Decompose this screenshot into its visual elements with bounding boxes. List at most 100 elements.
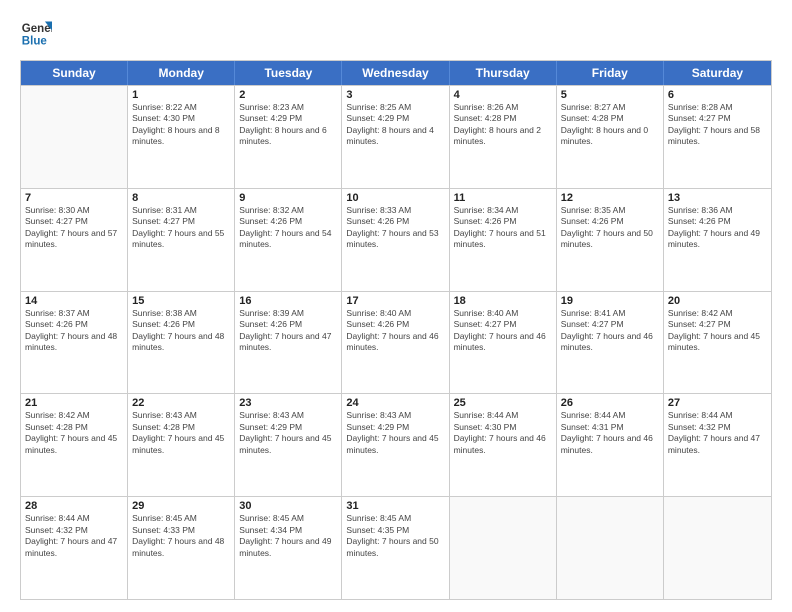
logo: General Blue <box>20 18 52 50</box>
day-number: 26 <box>561 397 659 409</box>
header-day-tuesday: Tuesday <box>235 61 342 85</box>
logo-icon: General Blue <box>20 18 52 50</box>
day-info: Sunrise: 8:36 AMSunset: 4:26 PMDaylight:… <box>668 205 767 251</box>
cal-cell: 28Sunrise: 8:44 AMSunset: 4:32 PMDayligh… <box>21 497 128 599</box>
day-info: Sunrise: 8:44 AMSunset: 4:31 PMDaylight:… <box>561 410 659 456</box>
day-info: Sunrise: 8:37 AMSunset: 4:26 PMDaylight:… <box>25 308 123 354</box>
day-number: 19 <box>561 295 659 307</box>
cal-cell: 24Sunrise: 8:43 AMSunset: 4:29 PMDayligh… <box>342 394 449 496</box>
cal-cell: 22Sunrise: 8:43 AMSunset: 4:28 PMDayligh… <box>128 394 235 496</box>
cal-cell <box>21 86 128 188</box>
calendar: SundayMondayTuesdayWednesdayThursdayFrid… <box>20 60 772 600</box>
day-number: 5 <box>561 89 659 101</box>
cal-cell: 16Sunrise: 8:39 AMSunset: 4:26 PMDayligh… <box>235 292 342 394</box>
header: General Blue <box>20 18 772 50</box>
day-info: Sunrise: 8:45 AMSunset: 4:34 PMDaylight:… <box>239 513 337 559</box>
day-number: 29 <box>132 500 230 512</box>
calendar-header: SundayMondayTuesdayWednesdayThursdayFrid… <box>21 61 771 85</box>
day-number: 28 <box>25 500 123 512</box>
cal-cell: 13Sunrise: 8:36 AMSunset: 4:26 PMDayligh… <box>664 189 771 291</box>
day-info: Sunrise: 8:45 AMSunset: 4:33 PMDaylight:… <box>132 513 230 559</box>
day-number: 11 <box>454 192 552 204</box>
svg-text:General: General <box>22 23 52 35</box>
day-number: 9 <box>239 192 337 204</box>
week-row-3: 21Sunrise: 8:42 AMSunset: 4:28 PMDayligh… <box>21 393 771 496</box>
week-row-1: 7Sunrise: 8:30 AMSunset: 4:27 PMDaylight… <box>21 188 771 291</box>
day-info: Sunrise: 8:38 AMSunset: 4:26 PMDaylight:… <box>132 308 230 354</box>
day-number: 23 <box>239 397 337 409</box>
cal-cell: 4Sunrise: 8:26 AMSunset: 4:28 PMDaylight… <box>450 86 557 188</box>
day-number: 4 <box>454 89 552 101</box>
cal-cell: 2Sunrise: 8:23 AMSunset: 4:29 PMDaylight… <box>235 86 342 188</box>
cal-cell: 31Sunrise: 8:45 AMSunset: 4:35 PMDayligh… <box>342 497 449 599</box>
day-info: Sunrise: 8:40 AMSunset: 4:27 PMDaylight:… <box>454 308 552 354</box>
day-info: Sunrise: 8:32 AMSunset: 4:26 PMDaylight:… <box>239 205 337 251</box>
day-number: 18 <box>454 295 552 307</box>
day-info: Sunrise: 8:43 AMSunset: 4:29 PMDaylight:… <box>346 410 444 456</box>
day-number: 10 <box>346 192 444 204</box>
cal-cell: 15Sunrise: 8:38 AMSunset: 4:26 PMDayligh… <box>128 292 235 394</box>
day-info: Sunrise: 8:27 AMSunset: 4:28 PMDaylight:… <box>561 102 659 148</box>
day-number: 13 <box>668 192 767 204</box>
cal-cell: 12Sunrise: 8:35 AMSunset: 4:26 PMDayligh… <box>557 189 664 291</box>
day-number: 12 <box>561 192 659 204</box>
header-day-sunday: Sunday <box>21 61 128 85</box>
cal-cell: 27Sunrise: 8:44 AMSunset: 4:32 PMDayligh… <box>664 394 771 496</box>
cal-cell: 21Sunrise: 8:42 AMSunset: 4:28 PMDayligh… <box>21 394 128 496</box>
cal-cell: 17Sunrise: 8:40 AMSunset: 4:26 PMDayligh… <box>342 292 449 394</box>
cal-cell: 1Sunrise: 8:22 AMSunset: 4:30 PMDaylight… <box>128 86 235 188</box>
cal-cell: 19Sunrise: 8:41 AMSunset: 4:27 PMDayligh… <box>557 292 664 394</box>
day-number: 16 <box>239 295 337 307</box>
day-number: 17 <box>346 295 444 307</box>
day-info: Sunrise: 8:30 AMSunset: 4:27 PMDaylight:… <box>25 205 123 251</box>
day-number: 1 <box>132 89 230 101</box>
cal-cell <box>664 497 771 599</box>
cal-cell: 8Sunrise: 8:31 AMSunset: 4:27 PMDaylight… <box>128 189 235 291</box>
header-day-friday: Friday <box>557 61 664 85</box>
day-info: Sunrise: 8:43 AMSunset: 4:28 PMDaylight:… <box>132 410 230 456</box>
day-info: Sunrise: 8:33 AMSunset: 4:26 PMDaylight:… <box>346 205 444 251</box>
day-info: Sunrise: 8:43 AMSunset: 4:29 PMDaylight:… <box>239 410 337 456</box>
day-number: 2 <box>239 89 337 101</box>
svg-text:Blue: Blue <box>22 36 48 48</box>
cal-cell: 5Sunrise: 8:27 AMSunset: 4:28 PMDaylight… <box>557 86 664 188</box>
cal-cell: 3Sunrise: 8:25 AMSunset: 4:29 PMDaylight… <box>342 86 449 188</box>
day-info: Sunrise: 8:40 AMSunset: 4:26 PMDaylight:… <box>346 308 444 354</box>
cal-cell: 30Sunrise: 8:45 AMSunset: 4:34 PMDayligh… <box>235 497 342 599</box>
day-number: 20 <box>668 295 767 307</box>
day-number: 22 <box>132 397 230 409</box>
cal-cell: 25Sunrise: 8:44 AMSunset: 4:30 PMDayligh… <box>450 394 557 496</box>
day-info: Sunrise: 8:45 AMSunset: 4:35 PMDaylight:… <box>346 513 444 559</box>
week-row-4: 28Sunrise: 8:44 AMSunset: 4:32 PMDayligh… <box>21 496 771 599</box>
page: General Blue SundayMondayTuesdayWednesda… <box>0 0 792 612</box>
cal-cell: 6Sunrise: 8:28 AMSunset: 4:27 PMDaylight… <box>664 86 771 188</box>
day-number: 8 <box>132 192 230 204</box>
day-number: 3 <box>346 89 444 101</box>
day-number: 7 <box>25 192 123 204</box>
day-info: Sunrise: 8:34 AMSunset: 4:26 PMDaylight:… <box>454 205 552 251</box>
calendar-body: 1Sunrise: 8:22 AMSunset: 4:30 PMDaylight… <box>21 85 771 599</box>
day-number: 21 <box>25 397 123 409</box>
day-info: Sunrise: 8:25 AMSunset: 4:29 PMDaylight:… <box>346 102 444 148</box>
day-info: Sunrise: 8:28 AMSunset: 4:27 PMDaylight:… <box>668 102 767 148</box>
header-day-thursday: Thursday <box>450 61 557 85</box>
day-info: Sunrise: 8:42 AMSunset: 4:28 PMDaylight:… <box>25 410 123 456</box>
day-number: 27 <box>668 397 767 409</box>
day-number: 24 <box>346 397 444 409</box>
day-number: 14 <box>25 295 123 307</box>
cal-cell: 18Sunrise: 8:40 AMSunset: 4:27 PMDayligh… <box>450 292 557 394</box>
day-info: Sunrise: 8:35 AMSunset: 4:26 PMDaylight:… <box>561 205 659 251</box>
week-row-0: 1Sunrise: 8:22 AMSunset: 4:30 PMDaylight… <box>21 85 771 188</box>
day-info: Sunrise: 8:22 AMSunset: 4:30 PMDaylight:… <box>132 102 230 148</box>
day-info: Sunrise: 8:44 AMSunset: 4:32 PMDaylight:… <box>668 410 767 456</box>
day-number: 6 <box>668 89 767 101</box>
day-info: Sunrise: 8:41 AMSunset: 4:27 PMDaylight:… <box>561 308 659 354</box>
day-number: 15 <box>132 295 230 307</box>
cal-cell: 26Sunrise: 8:44 AMSunset: 4:31 PMDayligh… <box>557 394 664 496</box>
day-info: Sunrise: 8:26 AMSunset: 4:28 PMDaylight:… <box>454 102 552 148</box>
cal-cell <box>450 497 557 599</box>
cal-cell: 14Sunrise: 8:37 AMSunset: 4:26 PMDayligh… <box>21 292 128 394</box>
cal-cell: 9Sunrise: 8:32 AMSunset: 4:26 PMDaylight… <box>235 189 342 291</box>
cal-cell: 23Sunrise: 8:43 AMSunset: 4:29 PMDayligh… <box>235 394 342 496</box>
day-info: Sunrise: 8:44 AMSunset: 4:32 PMDaylight:… <box>25 513 123 559</box>
